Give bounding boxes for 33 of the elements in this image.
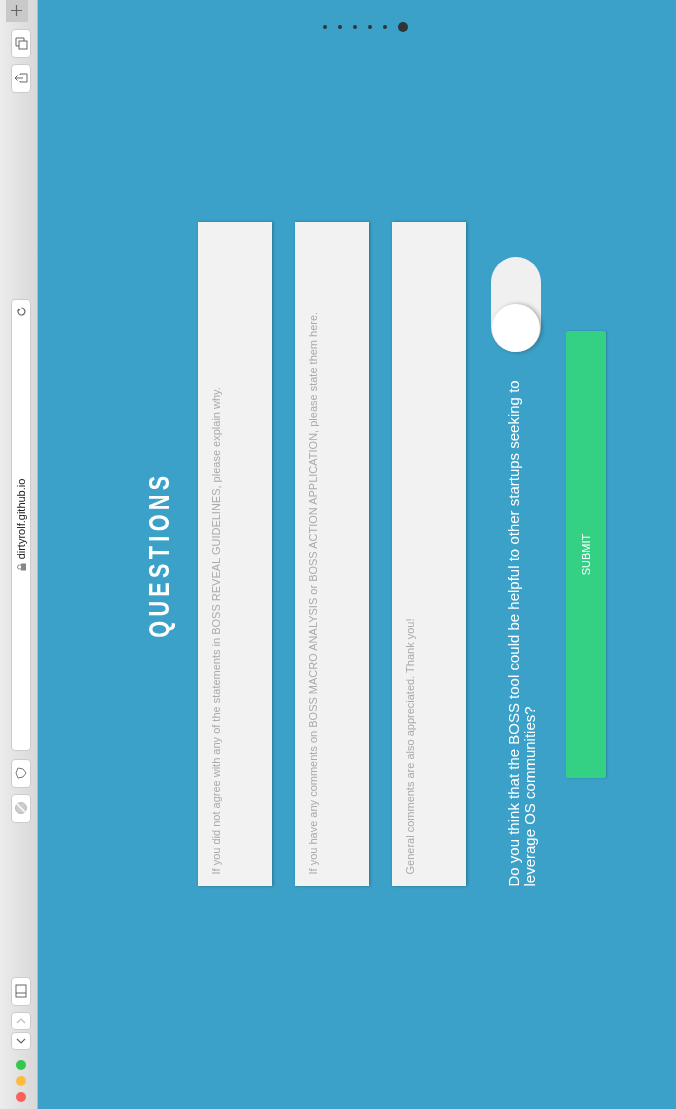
toggle-switch[interactable] <box>491 257 541 353</box>
reload-icon[interactable] <box>16 306 27 317</box>
chevron-left-icon <box>16 1036 26 1046</box>
tabs-icon <box>14 37 28 50</box>
chevron-right-icon <box>16 1016 26 1026</box>
page-dot[interactable] <box>338 25 342 29</box>
questions-heading: QUESTIONS <box>142 471 176 638</box>
address-bar[interactable]: dirtyrolf.github.io <box>11 299 31 751</box>
new-tab-button[interactable] <box>5 0 28 22</box>
sidebar-button[interactable] <box>11 977 31 1006</box>
question-text: Do you think that the BOSS tool could be helpful to other startups seeking to leverage OS communities? <box>506 379 538 887</box>
shield-button[interactable] <box>11 759 31 788</box>
back-button[interactable] <box>11 1032 31 1050</box>
comment-field[interactable]: If you have any comments on BOSS MACRO ANALYSIS or BOSS ACTION APPLICATION, please state them here. <box>295 222 369 887</box>
comment-field[interactable]: If you did not agree with any of the statements in BOSS REVEAL GUIDELINES, please explain why. <box>198 222 272 887</box>
comment-field[interactable]: General comments are also appreciated. Thank you! <box>392 222 466 887</box>
blocked-button[interactable] <box>11 794 31 823</box>
close-icon[interactable] <box>16 1092 26 1102</box>
share-icon <box>14 71 28 86</box>
page-dot[interactable] <box>368 25 372 29</box>
zoom-icon[interactable] <box>16 1060 26 1070</box>
share-button[interactable] <box>11 64 31 93</box>
page-dot[interactable] <box>398 22 408 32</box>
sidebar-icon <box>15 984 27 999</box>
lock-icon <box>16 563 26 572</box>
address-text: dirtyrolf.github.io <box>15 478 27 560</box>
blocked-icon <box>14 801 28 816</box>
forward-button[interactable] <box>11 1012 31 1030</box>
tabs-button[interactable] <box>11 29 31 58</box>
page-dot[interactable] <box>383 25 387 29</box>
page-dot[interactable] <box>353 25 357 29</box>
page-dot[interactable] <box>323 25 327 29</box>
plus-icon <box>11 5 22 17</box>
